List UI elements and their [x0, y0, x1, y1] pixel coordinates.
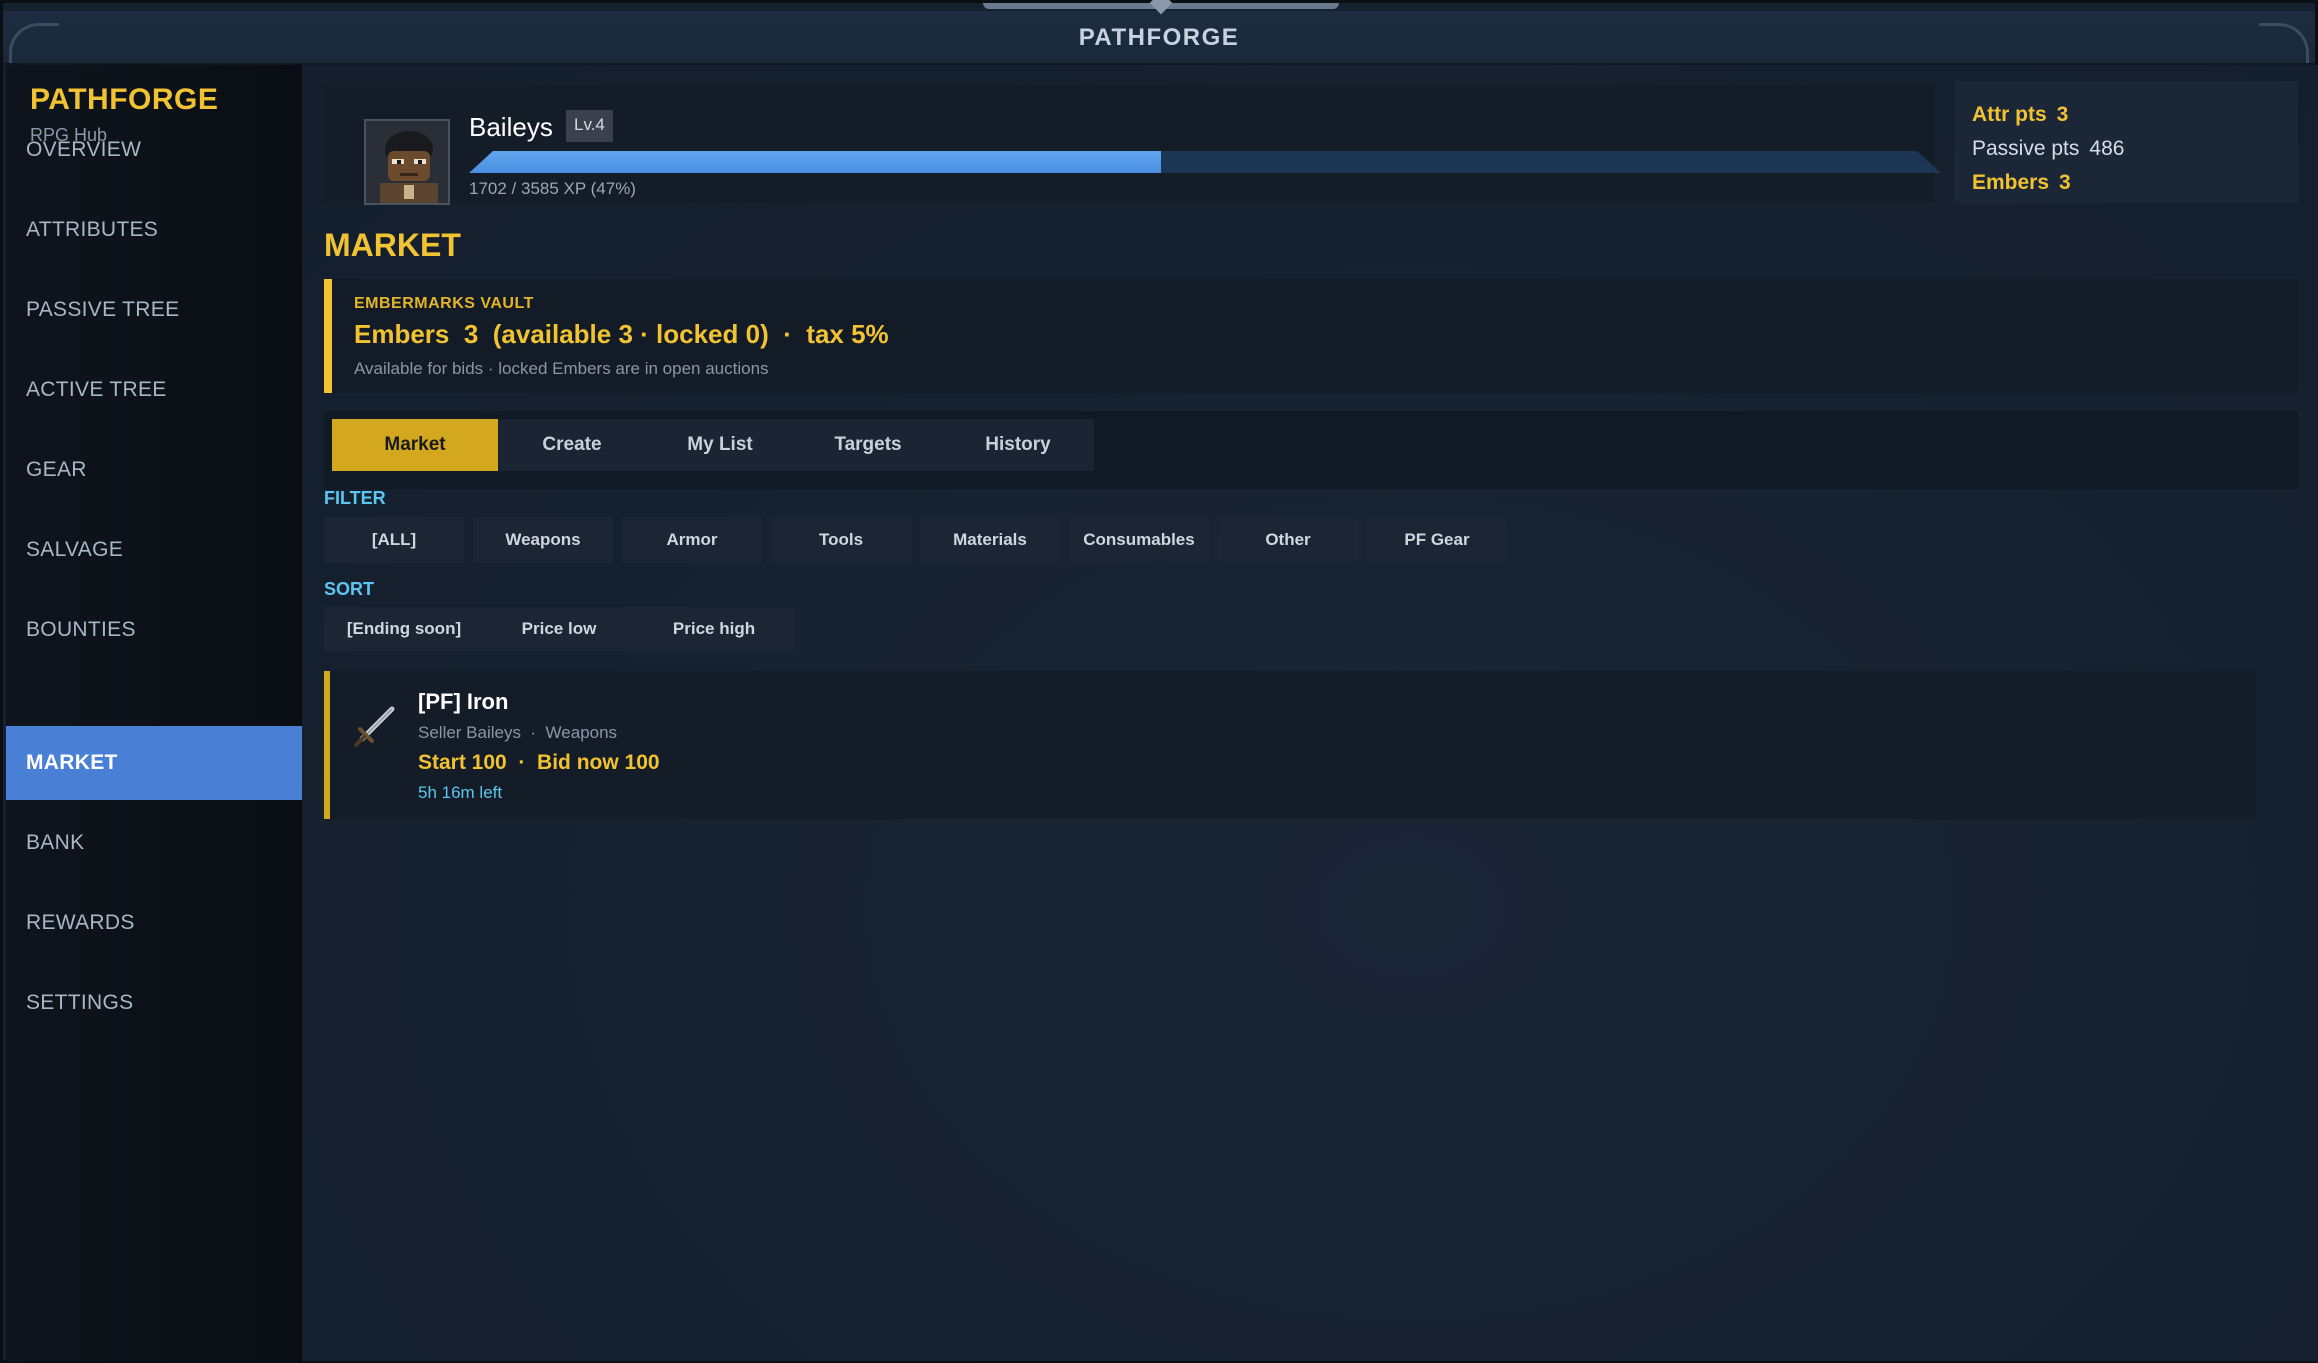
listing-time-left: 5h 16m left	[418, 783, 503, 802]
sidebar: PATHFORGE RPG Hub OVERVIEW ATTRIBUTES PA…	[6, 65, 302, 1361]
tab-market[interactable]: Market	[332, 419, 498, 471]
tab-create[interactable]: Create	[498, 419, 646, 471]
passive-points: Passive pts 486	[1972, 137, 2124, 161]
points-panel: Attr pts 3 Passive pts 486 Embers 3	[1954, 81, 2298, 203]
nav-item-bounties[interactable]: BOUNTIES	[6, 593, 302, 667]
filter-pf-gear[interactable]: PF Gear	[1367, 517, 1507, 563]
level-badge: Lv.4	[566, 110, 613, 142]
nav-item-market[interactable]: MARKET	[6, 726, 302, 800]
listing-name: [PF] Iron	[418, 689, 509, 714]
market-tabs: Market Create My List Targets History	[324, 411, 2298, 489]
attr-points-value: 3	[2056, 103, 2069, 126]
attr-points-label: Attr pts	[1972, 103, 2047, 126]
nav-item-settings[interactable]: SETTINGS	[6, 966, 302, 1040]
listing-card[interactable]: [PF] Iron Seller Baileys · Weapons Start…	[324, 671, 2256, 819]
passive-points-value: 486	[2089, 137, 2125, 160]
window-title: PATHFORGE	[1078, 24, 1240, 51]
main-panel: Baileys Lv.4 1702 / 3585 XP (47%) Attr p…	[302, 65, 2318, 1361]
nav-item-attributes[interactable]: ATTRIBUTES	[6, 193, 302, 267]
vault-label: EMBERMARKS VAULT	[354, 295, 534, 312]
nav-item-active-tree[interactable]: ACTIVE TREE	[6, 353, 302, 427]
nav-item-bank[interactable]: BANK	[6, 806, 302, 880]
embers-label: Embers	[1972, 171, 2050, 194]
xp-text: 1702 / 3585 XP (47%)	[469, 179, 636, 198]
player-avatar	[364, 119, 450, 205]
filter-tools[interactable]: Tools	[771, 517, 911, 563]
page-title: MARKET	[324, 227, 461, 263]
filter-armor[interactable]: Armor	[622, 517, 762, 563]
filter-consumables[interactable]: Consumables	[1069, 517, 1209, 563]
sort-ending-soon[interactable]: [Ending soon]	[324, 607, 484, 651]
filter-weapons[interactable]: Weapons	[473, 517, 613, 563]
brand-title: PATHFORGE	[30, 83, 219, 116]
embers-value: 3	[2059, 171, 2071, 194]
listing-meta: Seller Baileys · Weapons	[418, 723, 618, 742]
nav-item-gear[interactable]: GEAR	[6, 433, 302, 507]
corner-ornament-right	[2259, 23, 2309, 63]
title-bar: PATHFORGE	[3, 11, 2315, 65]
listing-price: Start 100 · Bid now 100	[418, 751, 660, 774]
embers-points: Embers 3	[1972, 171, 2071, 195]
game-window: PATHFORGE PATHFORGE RPG Hub OVERVIEW ATT…	[0, 0, 2318, 1363]
filter-all[interactable]: [ALL]	[324, 517, 464, 563]
filter-other[interactable]: Other	[1218, 517, 1358, 563]
vault-summary: Embers 3 (available 3 · locked 0) · tax …	[354, 319, 889, 349]
nav-item-passive-tree[interactable]: PASSIVE TREE	[6, 273, 302, 347]
passive-points-label: Passive pts	[1972, 137, 2080, 160]
sword-icon	[352, 701, 400, 749]
filter-materials[interactable]: Materials	[920, 517, 1060, 563]
xp-bar-fill	[469, 151, 1161, 173]
embermarks-vault: EMBERMARKS VAULT Embers 3 (available 3 ·…	[324, 279, 2298, 393]
tab-my-list[interactable]: My List	[646, 419, 794, 471]
sort-label: SORT	[324, 579, 375, 599]
player-name: Baileys	[469, 112, 553, 142]
nav-item-overview[interactable]: OVERVIEW	[6, 113, 302, 187]
filter-label: FILTER	[324, 488, 386, 508]
tab-targets[interactable]: Targets	[794, 419, 942, 471]
sort-price-low[interactable]: Price low	[484, 607, 634, 651]
attr-points: Attr pts 3	[1972, 103, 2068, 127]
player-profile: Baileys Lv.4 1702 / 3585 XP (47%)	[324, 85, 1934, 205]
nav-item-rewards[interactable]: REWARDS	[6, 886, 302, 960]
tab-history[interactable]: History	[942, 419, 1094, 471]
xp-bar	[469, 151, 1941, 173]
vault-note: Available for bids · locked Embers are i…	[354, 359, 769, 378]
nav-item-salvage[interactable]: SALVAGE	[6, 513, 302, 587]
sort-price-high[interactable]: Price high	[634, 607, 794, 651]
corner-ornament-left	[9, 23, 59, 63]
